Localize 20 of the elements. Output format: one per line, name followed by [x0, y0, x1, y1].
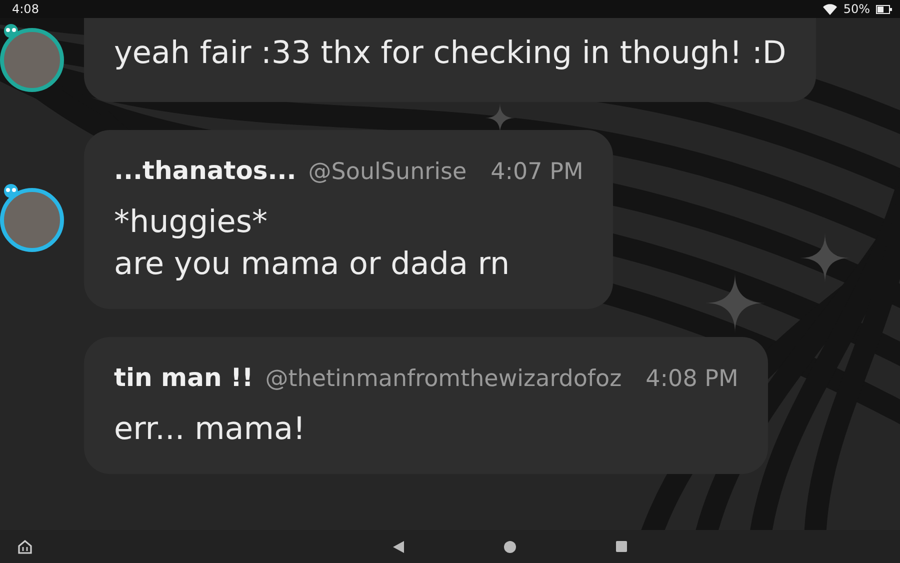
wifi-icon — [823, 4, 838, 14]
avatar-badge-icon — [2, 22, 20, 38]
avatar-badge-icon — [2, 182, 20, 198]
message-text: are you mama or dada rn — [114, 245, 511, 284]
home-settings-icon[interactable] — [18, 540, 32, 554]
message-text: err... mama! — [114, 410, 306, 449]
battery-icon — [876, 4, 892, 14]
back-icon[interactable] — [393, 540, 404, 552]
author-handle: @thetinmanfromthewizardofoz — [265, 366, 622, 392]
status-time: 4:08 — [12, 2, 39, 16]
message-time: 4:08 PM — [646, 366, 738, 392]
recents-icon[interactable] — [616, 540, 627, 552]
author-handle: @SoulSunrise — [308, 159, 467, 185]
home-icon[interactable] — [504, 540, 516, 552]
author-name[interactable]: ...thanatos... — [114, 156, 296, 185]
message-text: *huggies* — [114, 203, 268, 242]
message-time: 4:07 PM — [490, 159, 584, 185]
message-text: yeah fair :33 thx for checking in though! :D — [114, 34, 786, 73]
author-name[interactable]: tin man !! — [114, 363, 254, 392]
battery-percent: 50% — [843, 2, 870, 16]
